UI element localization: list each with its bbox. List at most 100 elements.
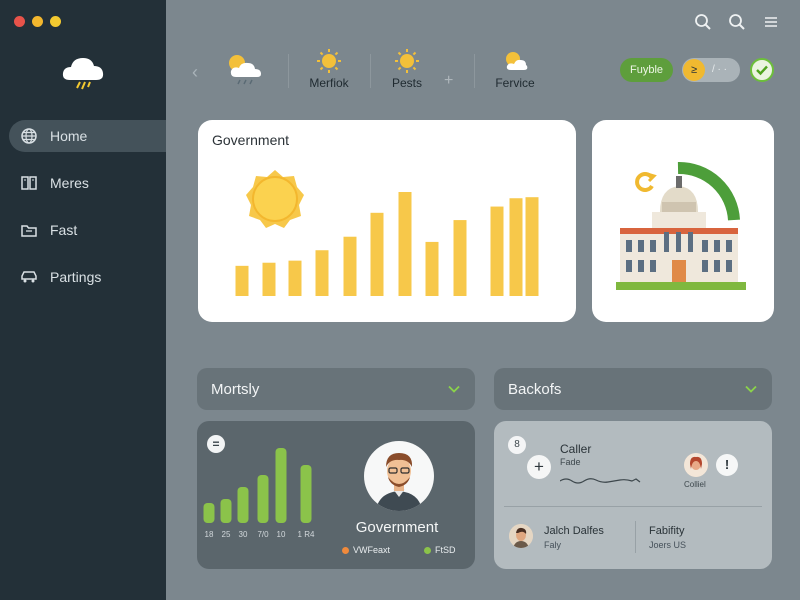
sidebar-item-home[interactable]: Home — [9, 120, 166, 152]
separator — [288, 54, 289, 88]
chart-bar — [509, 198, 523, 296]
weather-item-pests[interactable]: Pests — [372, 48, 442, 90]
weather-item-label: Pests — [391, 76, 422, 90]
contact-subtitle: Faly — [544, 540, 562, 550]
status-pill[interactable]: Fuyble — [620, 58, 674, 82]
weather-item-fervice[interactable]: Fervice — [480, 48, 550, 90]
waveform-icon — [560, 478, 641, 484]
toggle-switch[interactable]: ≥ / · · — [682, 58, 740, 82]
dropdown-label: Backofs — [508, 381, 562, 398]
legend-label: VWFeaxt — [353, 545, 391, 555]
chart-bar — [203, 503, 215, 523]
sidebar-item-label: Partings — [50, 269, 102, 285]
x-tick-label: 10 — [276, 530, 286, 539]
avatar[interactable] — [684, 453, 708, 477]
contact-subtitle: Joers US — [649, 540, 687, 550]
sidebar-nav: Home Meres Fast Partings — [0, 120, 166, 308]
divider — [504, 506, 762, 507]
legend-item: VWFeaxt — [342, 545, 390, 555]
chart-bar — [220, 499, 232, 523]
globe-icon — [20, 127, 38, 145]
status-controls: Fuyble ≥ / · · — [620, 58, 780, 84]
separator — [370, 54, 371, 88]
alert-icon[interactable]: ! — [716, 454, 738, 476]
user-badge-icon[interactable]: 8 — [508, 436, 526, 454]
toggle-text: / · · — [712, 64, 727, 75]
chart-bar — [288, 260, 302, 296]
legend-label: FtSD — [435, 545, 456, 555]
weather-item-merfiok[interactable]: Merfiok — [294, 48, 364, 90]
car-icon — [20, 268, 38, 286]
caller-title: Caller — [560, 442, 592, 456]
sidebar-item-label: Home — [50, 128, 88, 144]
partly-cloudy-rain-icon[interactable] — [222, 50, 264, 88]
sidebar-item-partings[interactable]: Partings — [0, 261, 166, 293]
avatar[interactable] — [364, 441, 434, 511]
x-tick-label: 1 R4 — [297, 530, 315, 539]
confirm-button[interactable] — [750, 58, 774, 82]
caller-subtitle: Fade — [560, 457, 581, 467]
contact-name: Jalch Dalfes — [544, 525, 604, 537]
chart-bar — [257, 475, 269, 523]
sun-icon — [317, 49, 341, 73]
chart-bar — [525, 197, 539, 296]
sidebar-item-fast[interactable]: Fast — [0, 214, 166, 246]
chart-card: Government — [198, 120, 576, 322]
chevron-down-icon — [745, 385, 757, 393]
government-building-icon — [616, 161, 746, 290]
chart-bar — [398, 192, 412, 296]
weather-item-label: Merfiok — [309, 76, 349, 90]
book-icon — [20, 174, 38, 192]
chevron-down-icon — [448, 385, 460, 393]
folder-icon — [20, 221, 38, 239]
weather-item-label: Fervice — [495, 76, 535, 90]
add-icon[interactable]: + — [444, 72, 453, 90]
chevron-left-icon[interactable]: ‹ — [192, 62, 198, 83]
legend-dot — [424, 546, 431, 554]
maximize-window-button[interactable] — [50, 16, 61, 27]
person-avatar-icon — [376, 453, 422, 511]
divider — [635, 521, 636, 553]
chart-bar — [235, 265, 249, 296]
sidebar-item-label: Fast — [50, 222, 78, 238]
sidebar-item-meres[interactable]: Meres — [0, 167, 166, 199]
dropdown-mortsly[interactable]: Mortsly — [197, 368, 475, 410]
person-name: Government — [355, 519, 439, 536]
close-window-button[interactable] — [14, 16, 25, 27]
x-tick-label: 30 — [238, 530, 248, 539]
weather-bar: ‹ Merfiok Pests + Fervice — [190, 48, 610, 98]
chart-bar — [262, 262, 276, 296]
dropdown-backofs[interactable]: Backofs — [494, 368, 772, 410]
x-tick-label: 7/0 — [257, 530, 269, 539]
chart-bar — [343, 236, 357, 296]
user-label: Colliel — [684, 480, 706, 489]
chart-bar — [370, 212, 384, 296]
window-controls — [14, 16, 61, 27]
avatar[interactable] — [509, 524, 533, 548]
bar-chart — [235, 192, 539, 296]
building-card — [592, 120, 774, 322]
minimize-window-button[interactable] — [32, 16, 43, 27]
dropdown-label: Mortsly — [211, 381, 260, 398]
contact-name: Fabifity — [649, 525, 685, 537]
check-icon — [756, 65, 768, 76]
bar-chart — [203, 448, 312, 523]
legend-dot — [342, 546, 349, 554]
partly-cloudy-icon — [506, 52, 528, 70]
chart-bar — [315, 250, 329, 296]
chart-bar — [275, 448, 287, 523]
add-button[interactable]: + — [527, 455, 551, 479]
contacts-panel: 8 + Caller Fade ! Colliel Jalch Dalfes F… — [494, 421, 772, 569]
search-icon[interactable] — [728, 12, 746, 32]
legend-item: FtSD — [424, 545, 456, 555]
stats-panel: = 18 25 30 7/0 10 1 R4 Government VWFeaxt FtS… — [197, 421, 475, 569]
sun-icon — [395, 49, 419, 73]
chart-bar — [490, 206, 504, 296]
chart-bar — [300, 465, 312, 523]
chart-bar — [425, 241, 439, 296]
chart-bar — [237, 487, 249, 523]
separator — [474, 54, 475, 88]
menu-icon[interactable] — [762, 12, 780, 32]
sidebar-item-label: Meres — [50, 175, 89, 191]
search-icon[interactable] — [694, 12, 712, 32]
